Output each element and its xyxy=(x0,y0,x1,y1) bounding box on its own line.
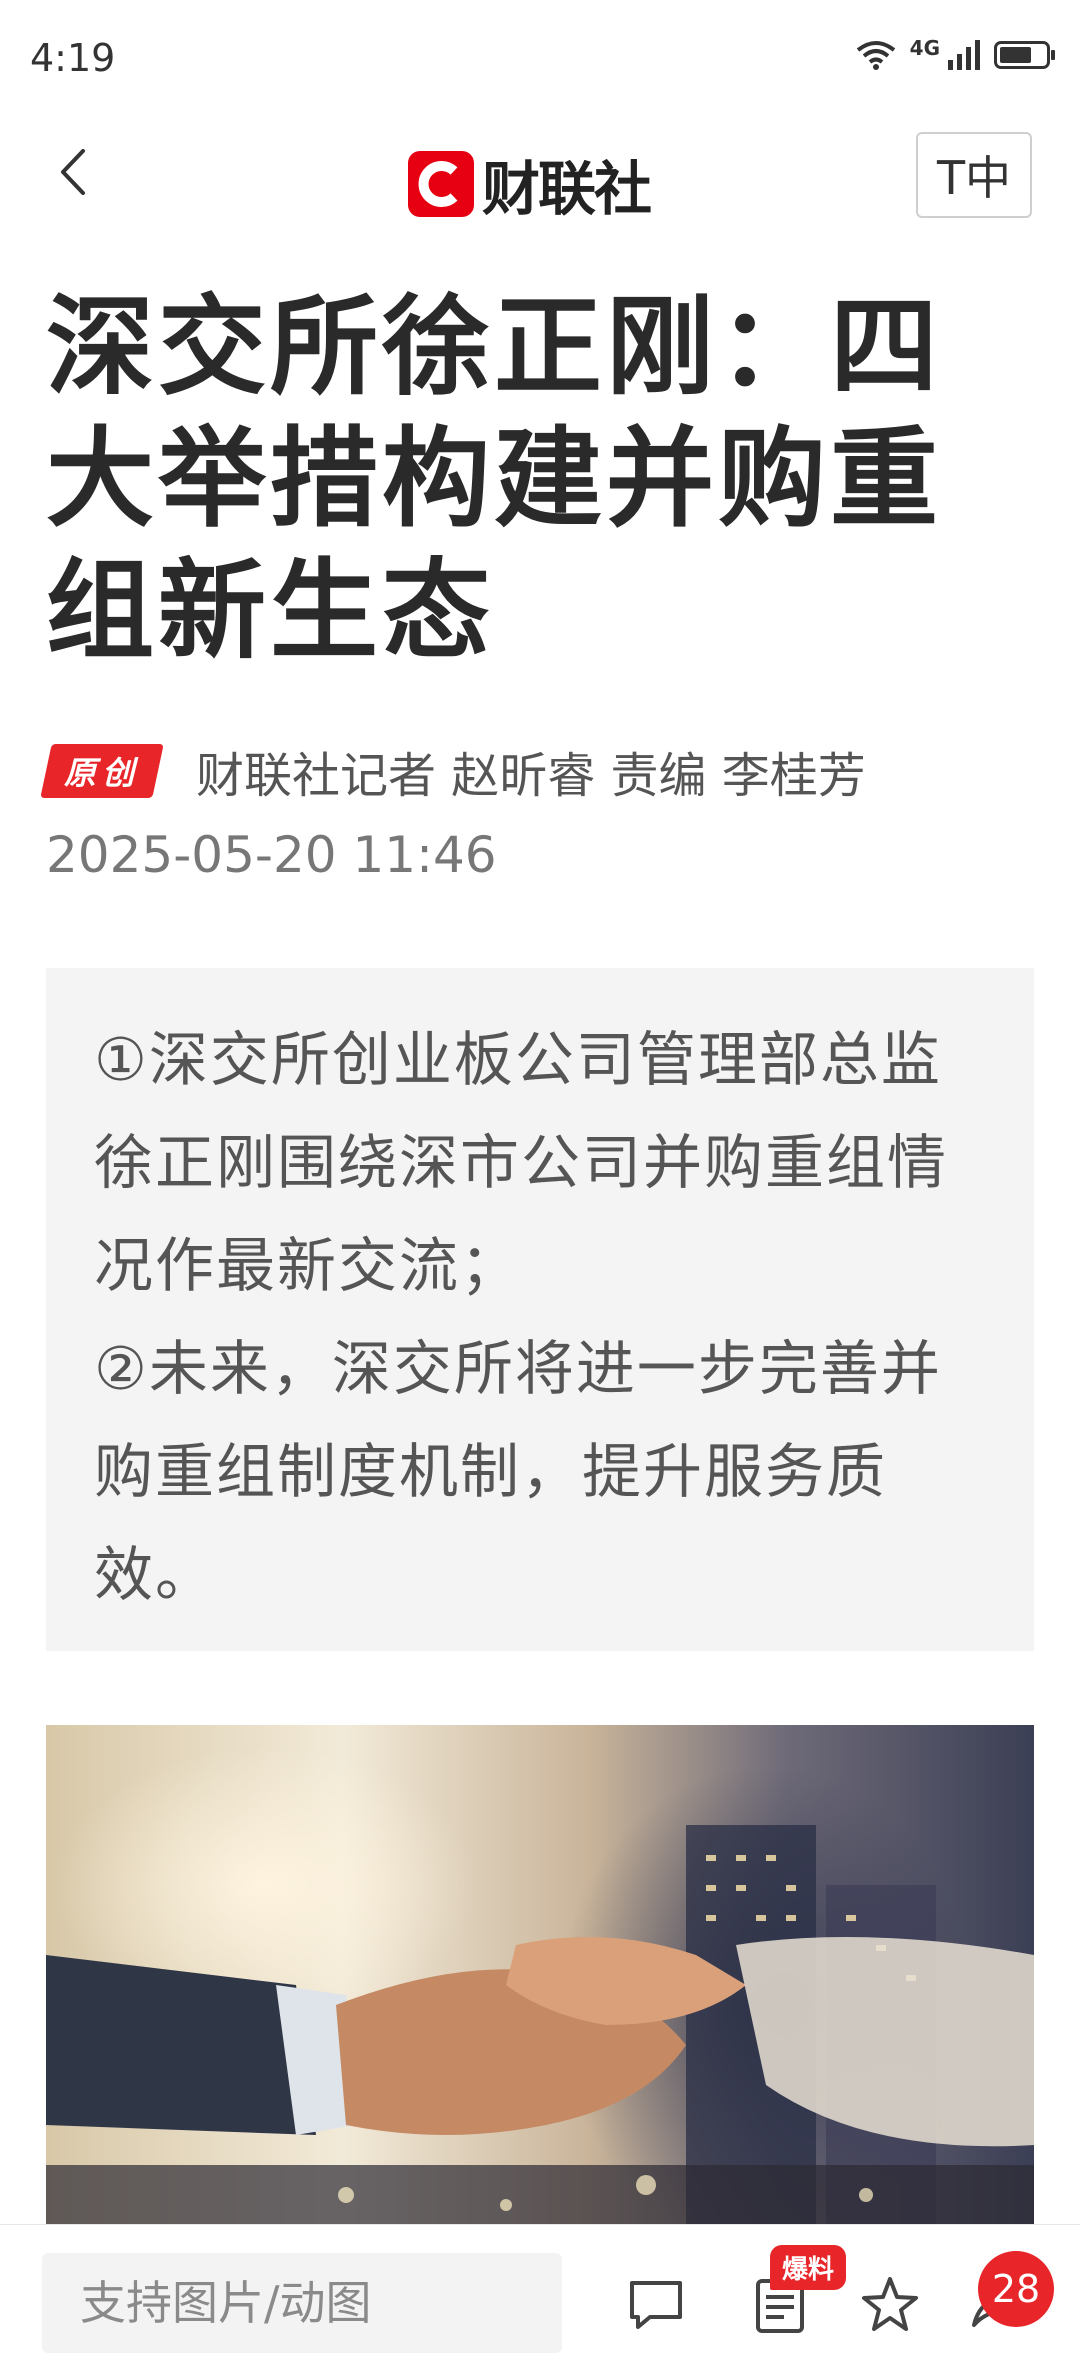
article-hero-image[interactable] xyxy=(46,1725,1034,2225)
status-icons: 4G xyxy=(856,36,1055,70)
original-badge: 原创 xyxy=(40,744,164,798)
article-meta: 原创 财联社记者 赵昕睿 责编 李桂芳 xyxy=(40,736,1046,806)
original-badge-label: 原创 xyxy=(64,754,141,792)
article-summary: ①深交所创业板公司管理部总监徐正刚围绕深市公司并购重组情况作最新交流； ②未来，… xyxy=(46,968,1034,1651)
font-size-button[interactable]: T中 xyxy=(916,132,1032,218)
summary-point: ①深交所创业板公司管理部总监徐正刚围绕深市公司并购重组情况作最新交流； xyxy=(94,1025,949,1300)
handshake-image xyxy=(46,1825,1034,2225)
article-byline: 财联社记者 赵昕睿 责编 李桂芳 xyxy=(196,748,866,804)
network-type-label: 4G xyxy=(909,36,940,60)
bottom-action-bar: 爆料 28 xyxy=(0,2224,1080,2377)
comment-input[interactable] xyxy=(42,2253,562,2353)
cellular-signal-icon xyxy=(948,40,980,70)
status-bar: 4:19 4G xyxy=(0,0,1080,120)
back-button[interactable] xyxy=(40,140,104,204)
summary-point: ②未来，深交所将进一步完善并购重组制度机制，提升服务质效。 xyxy=(94,1334,942,1609)
star-icon[interactable] xyxy=(858,2273,922,2337)
status-time: 4:19 xyxy=(30,36,116,80)
battery-icon xyxy=(994,41,1055,69)
article-title: 深交所徐正刚：四大举措构建并购重组新生态 xyxy=(46,285,943,674)
logo-text: 财联社 xyxy=(482,155,652,223)
app-logo: 财联社 xyxy=(408,142,652,226)
chevron-left-icon xyxy=(61,149,85,195)
comment-count-badge: 28 xyxy=(978,2251,1054,2327)
logo-mark-icon xyxy=(408,151,474,217)
comment-icon[interactable] xyxy=(624,2273,688,2337)
publish-date: 2025-05-20 11:46 xyxy=(46,826,497,884)
app-header: 财联社 T中 xyxy=(0,120,1080,230)
baoliao-badge[interactable]: 爆料 xyxy=(770,2245,847,2290)
wifi-icon xyxy=(856,41,895,70)
